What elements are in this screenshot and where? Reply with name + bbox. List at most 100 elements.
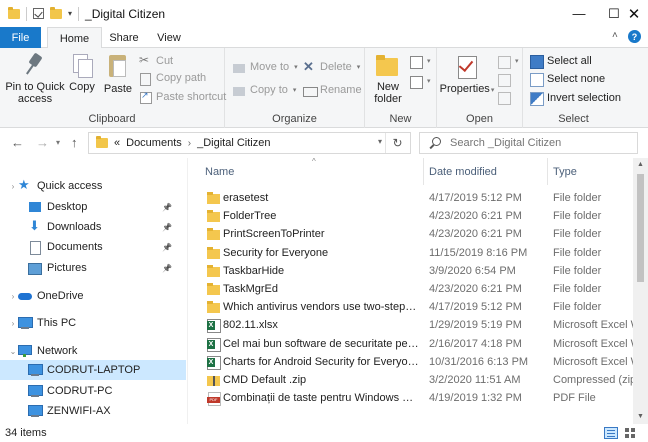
table-row[interactable]: FolderTree 4/23/2020 6:21 PM File folder bbox=[193, 207, 633, 225]
tab-share[interactable]: Share bbox=[104, 27, 144, 48]
address-history-icon[interactable]: ▾ bbox=[378, 137, 382, 146]
sidebar-item-zenwifi-ax[interactable]: ZENWIFI-AX bbox=[0, 401, 186, 421]
sidebar-item-label: OneDrive bbox=[37, 290, 84, 302]
search-input[interactable] bbox=[450, 137, 630, 149]
title-bar: ▾ _Digital Citizen — ☐ ✕ bbox=[0, 0, 648, 27]
copy-button[interactable]: Copy bbox=[66, 52, 98, 93]
expand-chevron-icon[interactable]: › bbox=[8, 182, 18, 191]
sidebar-item-label: Quick access bbox=[37, 180, 103, 192]
sidebar-item-codrut-pc[interactable]: CODRUT-PC bbox=[0, 381, 186, 401]
large-icons-view-button[interactable] bbox=[624, 427, 638, 439]
pin-icon[interactable]: 📌 bbox=[162, 243, 172, 252]
new-item-icon bbox=[409, 55, 423, 69]
cut-label: Cut bbox=[156, 55, 174, 67]
copy-path-button[interactable]: Copy path bbox=[139, 69, 206, 87]
close-button[interactable]: ✕ bbox=[620, 0, 648, 27]
sidebar-item-downloads[interactable]: Downloads 📌 bbox=[0, 217, 186, 237]
expand-chevron-icon[interactable]: › bbox=[8, 319, 18, 328]
refresh-button[interactable]: ↻ bbox=[385, 133, 409, 153]
open-button[interactable]: ▾ bbox=[497, 52, 519, 70]
table-row[interactable]: erasetest 4/17/2019 5:12 PM File folder bbox=[193, 189, 633, 207]
column-header-name[interactable]: Name bbox=[193, 158, 424, 185]
breadcrumb-documents[interactable]: Documents bbox=[126, 137, 182, 149]
table-row[interactable]: Which antivirus vendors use two-step ver… bbox=[193, 298, 633, 316]
address-bar[interactable]: « Documents › _Digital Citizen ▾ ↻ bbox=[88, 132, 411, 154]
table-row[interactable]: Cel mai bun software de securitate pentr… bbox=[193, 335, 633, 353]
sidebar-item-onedrive[interactable]: › OneDrive bbox=[0, 286, 186, 306]
minimize-button[interactable]: — bbox=[556, 0, 602, 27]
back-button[interactable]: ← bbox=[11, 135, 24, 150]
cut-button[interactable]: Cut bbox=[139, 52, 173, 70]
breadcrumb-current[interactable]: _Digital Citizen bbox=[197, 137, 270, 149]
pin-icon[interactable]: 📌 bbox=[162, 203, 172, 212]
table-row[interactable]: CMD Default .zip 3/2/2020 11:51 AM Compres… bbox=[193, 371, 633, 389]
scroll-down-icon[interactable]: ▼ bbox=[633, 410, 648, 424]
breadcrumb-overflow[interactable]: « bbox=[114, 137, 120, 149]
pin-to-quick-access-button[interactable]: Pin to Quick access bbox=[4, 52, 66, 105]
paste-shortcut-button[interactable]: Paste shortcut bbox=[139, 88, 226, 106]
table-row[interactable]: Combinații de taste pentru Windows 10, .… bbox=[193, 389, 633, 407]
sidebar-item-quick-access[interactable]: › Quick access bbox=[0, 176, 186, 196]
properties-button[interactable]: Properties▾ bbox=[439, 52, 495, 97]
vertical-scrollbar[interactable]: ▲ ▼ bbox=[633, 158, 648, 424]
select-none-button[interactable]: Select none bbox=[530, 70, 605, 88]
file-type: Microsoft Excel W bbox=[553, 355, 633, 368]
tab-file[interactable]: File bbox=[0, 27, 41, 48]
copy-to-button[interactable]: Copy to ▾ bbox=[233, 81, 296, 99]
move-to-button[interactable]: Move to ▾ bbox=[233, 58, 298, 76]
sidebar-item-label: Documents bbox=[47, 241, 103, 253]
table-row[interactable]: TaskbarHide 3/9/2020 6:54 PM File folder bbox=[193, 262, 633, 280]
help-icon[interactable]: ? bbox=[628, 30, 641, 43]
easy-access-button[interactable]: ▾ bbox=[409, 72, 431, 90]
details-view-button[interactable] bbox=[604, 427, 618, 439]
scroll-up-icon[interactable]: ▲ bbox=[633, 158, 648, 172]
desktop-icon bbox=[28, 201, 42, 213]
new-folder-button[interactable]: New folder bbox=[369, 52, 407, 105]
table-row[interactable]: Security for Everyone 11/15/2019 8:16 PM F… bbox=[193, 244, 633, 262]
pin-icon[interactable]: 📌 bbox=[162, 264, 172, 273]
sidebar-item-desktop[interactable]: Desktop 📌 bbox=[0, 197, 186, 217]
tab-view[interactable]: View bbox=[149, 27, 189, 48]
table-row[interactable]: Charts for Android Security for Everyone… bbox=[193, 353, 633, 371]
expand-chevron-icon[interactable]: ⌄ bbox=[8, 347, 18, 356]
new-folder-icon bbox=[374, 52, 402, 78]
table-row[interactable]: TaskMgrEd 4/23/2020 6:21 PM File folder bbox=[193, 280, 633, 298]
properties-icon[interactable] bbox=[33, 8, 44, 19]
new-folder-icon[interactable] bbox=[50, 6, 62, 19]
customize-toolbar-icon[interactable]: ▾ bbox=[68, 9, 72, 18]
paste-button[interactable]: Paste bbox=[102, 52, 134, 95]
column-header-type[interactable]: Type bbox=[548, 158, 633, 185]
up-button[interactable]: ↑ bbox=[71, 135, 78, 150]
select-all-button[interactable]: Select all bbox=[530, 52, 592, 70]
scrollbar-thumb[interactable] bbox=[637, 174, 644, 282]
rename-button[interactable]: Rename bbox=[303, 81, 362, 99]
collapse-ribbon-icon[interactable]: ˄ bbox=[612, 30, 618, 41]
search-box[interactable] bbox=[419, 132, 638, 154]
invert-selection-button[interactable]: Invert selection bbox=[530, 89, 621, 107]
table-row[interactable]: 802.11.xlsx 1/29/2019 5:19 PM Microsoft Ex… bbox=[193, 316, 633, 334]
recent-locations-icon[interactable]: ▾ bbox=[56, 138, 60, 147]
pin-icon[interactable]: 📌 bbox=[162, 223, 172, 232]
sidebar-item-codrut-laptop[interactable]: CODRUT-LAPTOP bbox=[0, 360, 186, 380]
pin-label-line2: access bbox=[17, 93, 53, 105]
sidebar-item-documents[interactable]: Documents 📌 bbox=[0, 237, 186, 257]
nav-pane-divider[interactable] bbox=[187, 158, 188, 424]
pictures-icon bbox=[28, 262, 42, 275]
sidebar-item-this-pc[interactable]: › This PC bbox=[0, 313, 186, 333]
column-header-date[interactable]: Date modified bbox=[424, 158, 548, 185]
history-button[interactable] bbox=[497, 88, 511, 106]
delete-button[interactable]: Delete ▾ bbox=[303, 58, 360, 76]
scissors-icon bbox=[139, 53, 152, 68]
sidebar-item-network[interactable]: ⌄ Network bbox=[0, 341, 186, 361]
edit-button[interactable] bbox=[497, 70, 511, 88]
paste-shortcut-label: Paste shortcut bbox=[156, 91, 227, 103]
chevron-right-icon[interactable]: › bbox=[188, 138, 191, 149]
star-icon bbox=[18, 177, 32, 193]
forward-button[interactable]: → bbox=[36, 135, 49, 150]
tab-home[interactable]: Home bbox=[47, 27, 102, 49]
new-item-button[interactable]: ▾ bbox=[409, 52, 431, 70]
sidebar-item-label: Pictures bbox=[47, 262, 87, 274]
expand-chevron-icon[interactable]: › bbox=[8, 292, 18, 301]
table-row[interactable]: PrintScreenToPrinter 4/23/2020 6:21 PM Fil… bbox=[193, 225, 633, 243]
sidebar-item-pictures[interactable]: Pictures 📌 bbox=[0, 258, 186, 278]
